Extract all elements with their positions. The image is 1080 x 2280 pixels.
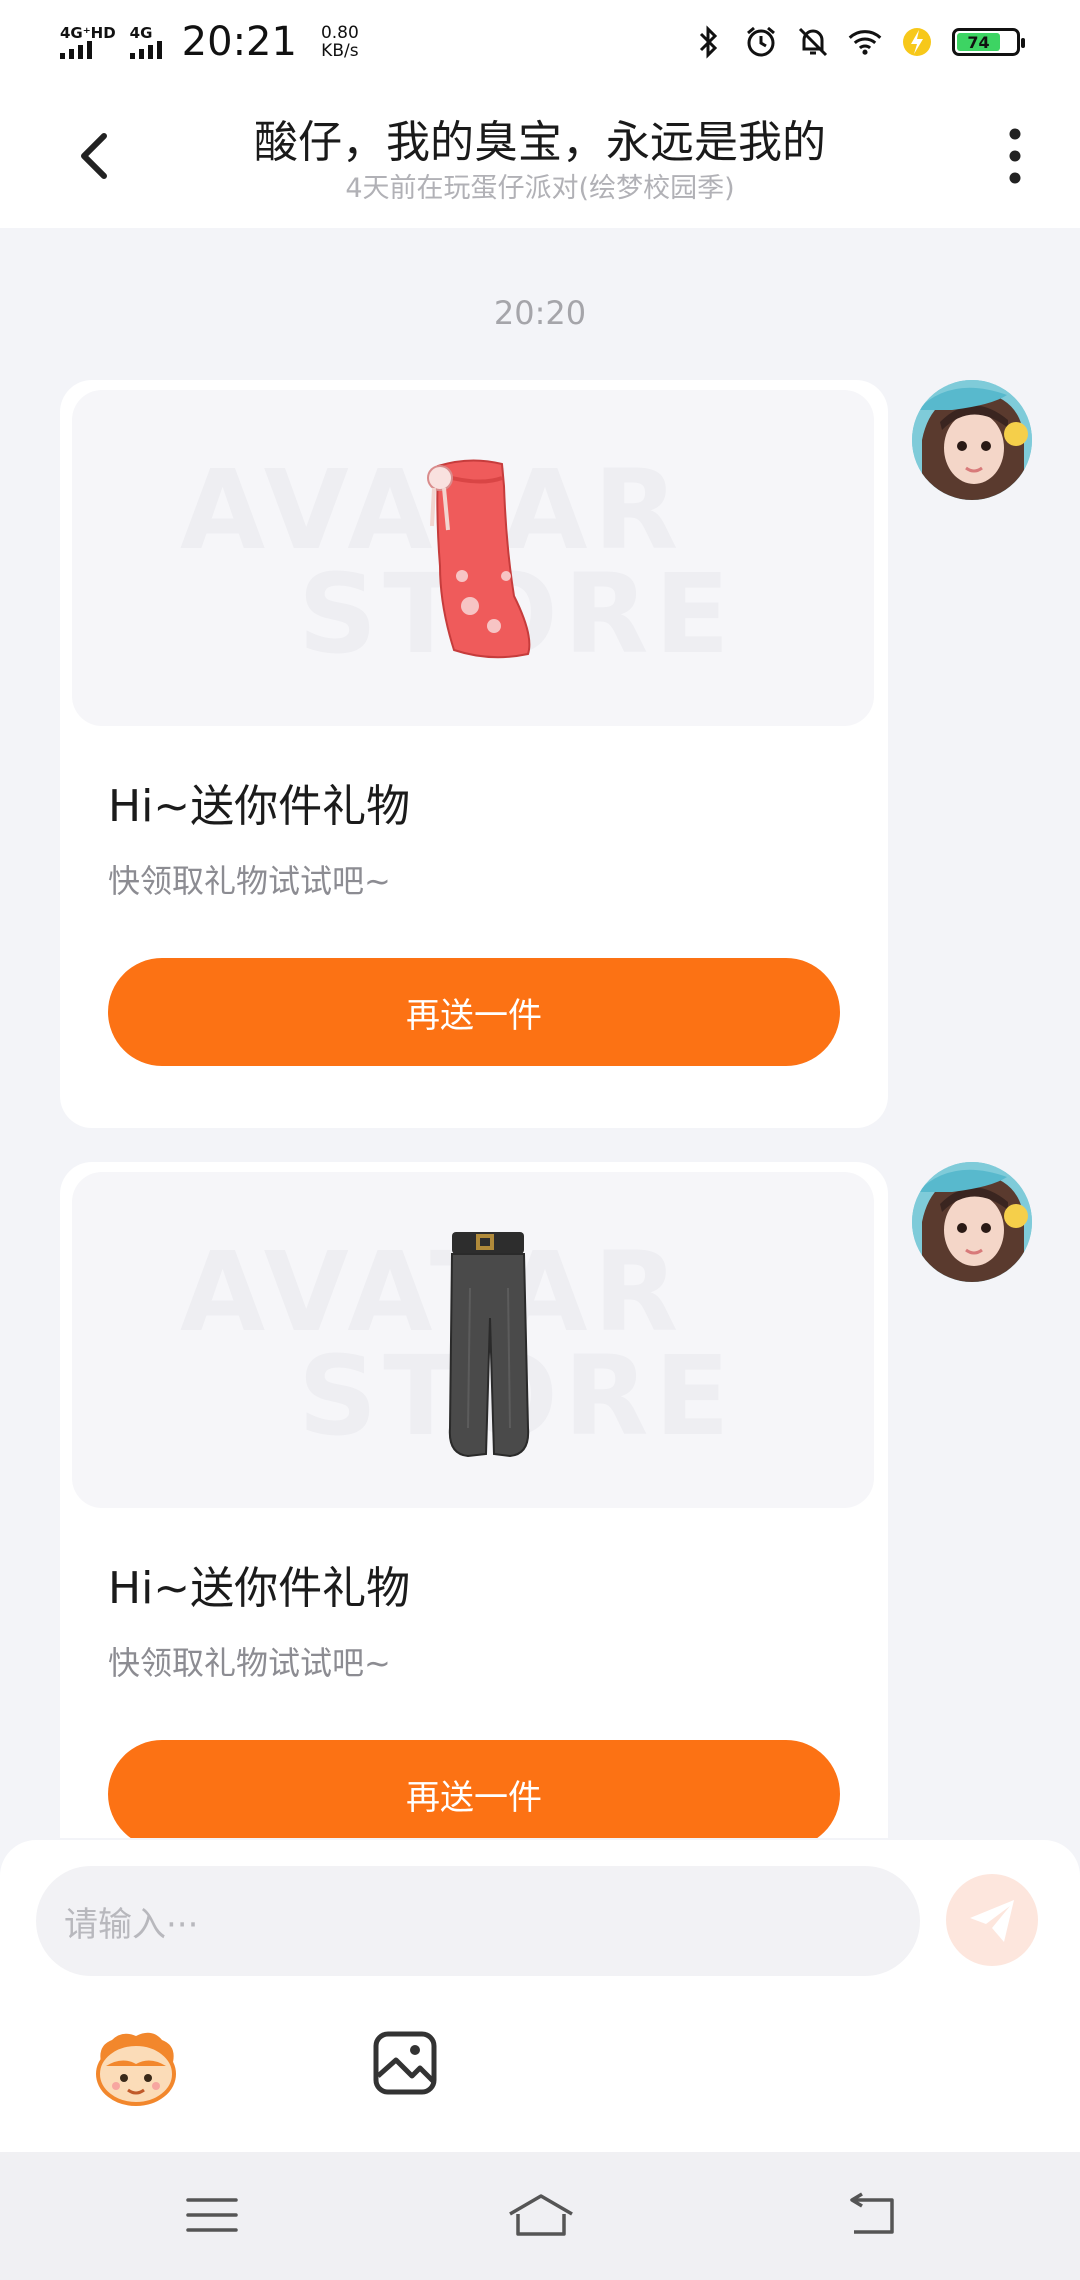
red-skirt-icon xyxy=(427,459,531,659)
avatar-image xyxy=(912,380,1032,500)
gift-description: 快领取礼物试试吧~ xyxy=(108,1644,391,1682)
gift-image: AVATAR STORE xyxy=(72,1172,874,1508)
status-bar: 4G⁺HD 4G 20:21 0.80 KB/s 74 xyxy=(0,0,1080,84)
avatar-image xyxy=(912,1162,1032,1282)
signal-bars-icon xyxy=(60,41,92,59)
gift-title: Hi~送你件礼物 xyxy=(108,781,411,832)
paper-plane-icon xyxy=(970,1900,1014,1942)
home-button[interactable] xyxy=(506,2190,573,2240)
gift-card[interactable]: AVATAR STORE Hi~送你件礼物 快领取礼物试试吧~ 再送一件 xyxy=(60,380,888,1128)
signal-label-1: 4G⁺HD xyxy=(60,24,116,42)
eggy-mascot-button[interactable] xyxy=(92,2026,180,2110)
send-button[interactable] xyxy=(946,1874,1038,1966)
user-avatar[interactable] xyxy=(912,1162,1032,1282)
gift-card[interactable]: AVATAR STORE Hi~送你件礼物 快领取礼物试试吧~ 再送一件 xyxy=(60,1162,888,1838)
wifi-icon xyxy=(848,25,882,59)
signal-strength-1: 4G⁺HD xyxy=(60,25,116,59)
contact-last-activity: 4天前在玩蛋仔派对(绘梦校园季) xyxy=(345,173,735,204)
mute-icon xyxy=(796,25,830,59)
battery-level: 74 xyxy=(957,33,1000,52)
message-timestamp: 20:20 xyxy=(493,294,587,332)
network-speed: 0.80 KB/s xyxy=(321,24,359,60)
chat-messages[interactable]: 20:20 AVATAR STORE Hi~送你件礼物 xyxy=(0,228,1080,1838)
signal-strength-2: 4G xyxy=(129,24,162,59)
contact-name: 酸仔，我的臭宝，永远是我的 xyxy=(254,117,826,168)
send-another-button[interactable]: 再送一件 xyxy=(108,958,840,1066)
home-icon xyxy=(509,2194,573,2236)
back-button[interactable] xyxy=(70,126,120,186)
battery-icon: 74 xyxy=(952,28,1025,56)
gift-image: AVATAR STORE xyxy=(72,390,874,726)
more-vertical-icon xyxy=(1009,128,1021,184)
black-pants-icon xyxy=(448,1232,530,1458)
back-nav-icon xyxy=(850,2192,894,2234)
signal-bars-icon xyxy=(129,41,162,59)
chat-header: 酸仔，我的臭宝，永远是我的 4天前在玩蛋仔派对(绘梦校园季) xyxy=(0,84,1080,228)
image-icon xyxy=(373,2031,437,2095)
more-options-button[interactable] xyxy=(990,124,1040,188)
send-another-button[interactable]: 再送一件 xyxy=(108,1740,840,1838)
menu-button[interactable] xyxy=(180,2190,244,2240)
clock: 20:21 xyxy=(181,19,297,65)
gift-title: Hi~送你件礼物 xyxy=(108,1563,411,1614)
speed-value: 0.80 xyxy=(320,23,359,43)
message-input[interactable]: 请输入··· xyxy=(36,1866,920,1976)
charging-icon xyxy=(900,25,934,59)
back-nav-button[interactable] xyxy=(840,2190,904,2240)
alarm-icon xyxy=(744,25,778,59)
user-avatar[interactable] xyxy=(912,380,1032,500)
signal-label-2: 4G xyxy=(129,24,153,42)
menu-icon xyxy=(186,2198,238,2232)
input-panel: 请输入··· xyxy=(0,1840,1080,2152)
chevron-left-icon xyxy=(81,133,107,179)
gift-description: 快领取礼物试试吧~ xyxy=(108,862,391,900)
image-picker-button[interactable] xyxy=(372,2030,438,2096)
bluetooth-icon xyxy=(692,25,726,59)
speed-unit: KB/s xyxy=(321,41,359,61)
eggy-mascot-icon xyxy=(96,2032,176,2106)
system-navigation-bar xyxy=(0,2152,1080,2280)
